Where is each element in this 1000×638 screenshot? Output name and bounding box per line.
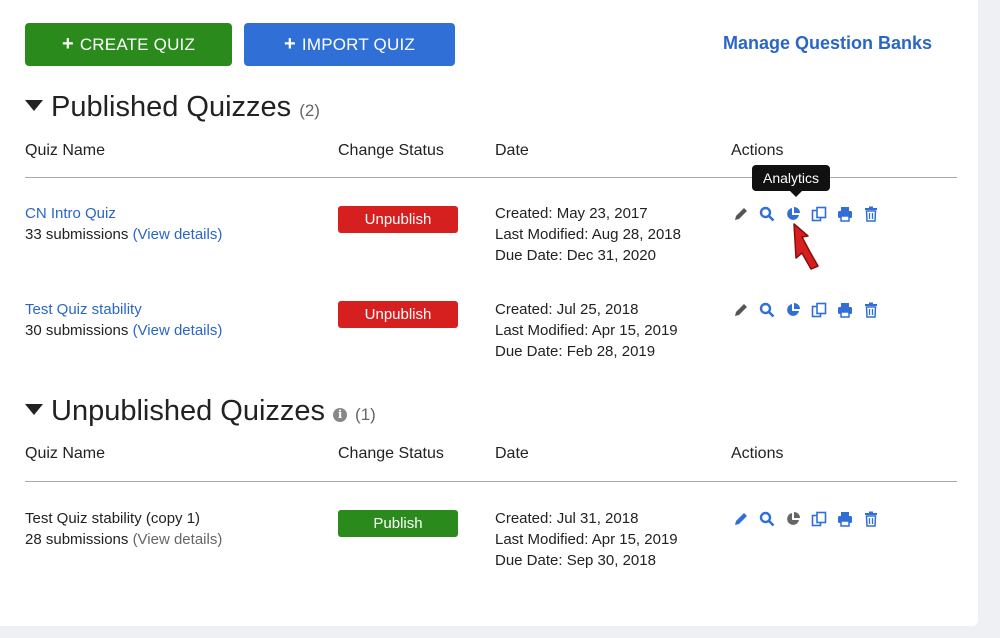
view-details-link[interactable]: (View details) [133,322,223,339]
pie-chart-icon [785,511,801,527]
unpublished-count: (1) [355,405,376,424]
trash-icon[interactable] [863,511,879,527]
created-date: Created: Jul 31, 2018 [495,510,639,527]
print-icon[interactable] [837,511,853,527]
view-details-link[interactable]: (View details) [133,531,223,548]
plus-icon: + [61,33,74,55]
published-count: (2) [299,101,320,120]
submissions-count: 30 submissions [25,322,129,339]
column-change-status: Change Status [338,445,444,462]
modified-date: Last Modified: Apr 15, 2019 [495,531,678,548]
analytics-tooltip: Analytics [752,165,831,197]
copy-icon[interactable] [811,302,827,318]
due-date: Due Date: Sep 30, 2018 [495,552,656,569]
trash-icon[interactable] [863,206,879,222]
due-date: Due Date: Feb 28, 2019 [495,343,656,360]
unpublished-section-title: Unpublished Quizzes i (1) [25,395,376,428]
quiz-name-link[interactable]: CN Intro Quiz [25,205,116,222]
submissions-text: 30 submissions (View details) [25,322,222,339]
column-quiz-name: Quiz Name [25,445,106,462]
info-icon[interactable]: i [333,407,348,422]
quiz-panel: + CREATE QUIZ + IMPORT QUIZ Manage Quest… [0,0,978,626]
publish-button[interactable]: Publish [338,510,458,537]
manage-question-banks-link[interactable]: Manage Question Banks [723,33,932,54]
submissions-text: 28 submissions (View details) [25,531,222,548]
search-icon[interactable] [759,206,775,222]
modified-date: Last Modified: Aug 28, 2018 [495,226,681,243]
plus-icon: + [284,33,296,55]
pencil-icon[interactable] [733,206,749,222]
red-pointer-arrow-icon [793,223,819,270]
column-date: Date [495,142,529,159]
import-quiz-label: IMPORT QUIZ [301,34,415,54]
submissions-count: 33 submissions [25,226,129,243]
collapse-caret-icon[interactable] [25,100,43,111]
modified-date: Last Modified: Apr 15, 2019 [495,322,678,339]
due-date: Due Date: Dec 31, 2020 [495,247,656,264]
pie-chart-icon[interactable] [785,302,801,318]
table-divider [25,481,957,482]
created-date: Created: Jul 25, 2018 [495,301,639,318]
collapse-caret-icon[interactable] [25,404,43,415]
column-quiz-name: Quiz Name [25,142,106,159]
trash-icon[interactable] [863,302,879,318]
unpublish-button[interactable]: Unpublish [338,301,458,328]
unpublished-title: Unpublished Quizzes [51,395,326,427]
submissions-text: 33 submissions (View details) [25,226,222,243]
unpublish-button[interactable]: Unpublish [338,206,458,233]
create-quiz-button[interactable]: + CREATE QUIZ [25,23,232,66]
pencil-icon[interactable] [733,302,749,318]
copy-icon[interactable] [811,206,827,222]
search-icon[interactable] [759,511,775,527]
import-quiz-button[interactable]: + IMPORT QUIZ [244,23,455,66]
row-actions [733,302,889,318]
search-icon[interactable] [759,302,775,318]
copy-icon[interactable] [811,511,827,527]
quiz-name-link[interactable]: Test Quiz stability [25,301,142,318]
print-icon[interactable] [837,302,853,318]
print-icon[interactable] [837,206,853,222]
row-actions [733,511,889,527]
published-section-title: Published Quizzes (2) [25,91,320,124]
row-actions [733,206,889,222]
pie-chart-icon[interactable] [785,206,801,222]
pencil-icon[interactable] [733,511,749,527]
column-actions: Actions [731,142,784,159]
view-details-link[interactable]: (View details) [133,226,223,243]
column-actions: Actions [731,445,784,462]
column-date: Date [495,445,529,462]
column-change-status: Change Status [338,142,444,159]
create-quiz-label: CREATE QUIZ [79,34,196,54]
quiz-name-text: Test Quiz stability (copy 1) [25,510,201,527]
submissions-count: 28 submissions [25,531,129,548]
published-title: Published Quizzes [51,91,292,123]
created-date: Created: May 23, 2017 [495,205,648,222]
